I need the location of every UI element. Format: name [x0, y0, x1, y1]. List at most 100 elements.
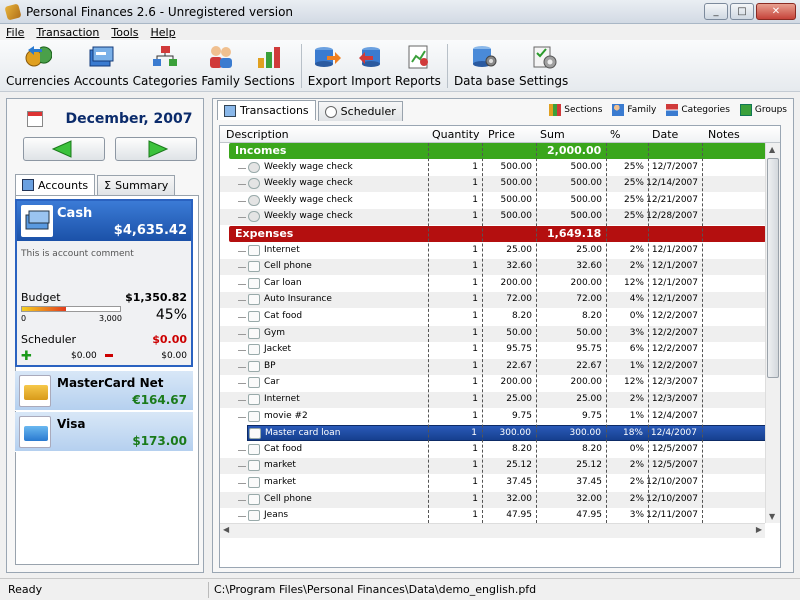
cell-price: 8.20: [511, 311, 532, 321]
cell-description: Car: [264, 377, 280, 388]
budget-percent: 45%: [155, 307, 187, 323]
toolbar-label: Family: [201, 74, 240, 88]
menu-help[interactable]: Help: [150, 26, 175, 39]
table-row[interactable]: Weekly wage check 1 500.00 500.00 25% 12/7/20…: [220, 160, 780, 176]
database-button[interactable]: Data base: [452, 40, 517, 92]
categories-button[interactable]: Categories: [131, 40, 200, 92]
scroll-left-icon[interactable]: ◀: [223, 525, 229, 534]
toolbar-label: Export: [307, 74, 348, 88]
table-row[interactable]: Car 1 200.00 200.00 12% 12/3/2007: [220, 375, 780, 391]
filter-label: Family: [627, 105, 657, 115]
table-row[interactable]: Jeans 1 47.95 47.95 3% 12/11/2007: [220, 508, 780, 524]
budget-label: Budget: [21, 291, 61, 304]
cash-icon: [21, 205, 53, 237]
tab-transactions[interactable]: Transactions: [217, 100, 316, 120]
table-row[interactable]: Cat food 1 8.20 8.20 0% 12/5/2007: [220, 442, 780, 458]
menu-transaction[interactable]: Transaction: [36, 26, 99, 39]
export-button[interactable]: Export: [306, 40, 349, 92]
tab-summary[interactable]: Σ Summary: [97, 175, 176, 195]
table-row[interactable]: Auto Insurance 1 72.00 72.00 4% 12/1/2007: [220, 292, 780, 309]
table-row[interactable]: Cell phone 1 32.00 32.00 2% 12/10/2007: [220, 491, 780, 508]
table-row[interactable]: Master card loan 1 300.00 300.00 18% 12/4/200…: [247, 425, 766, 442]
calendar-icon[interactable]: [27, 111, 43, 127]
expenses-group-row[interactable]: Expenses 1,649.18: [229, 226, 766, 242]
table-row[interactable]: Weekly wage check 1 500.00 500.00 25% 12/28/2…: [220, 209, 780, 226]
close-button[interactable]: ✕: [756, 3, 796, 20]
cell-quantity: 1: [472, 377, 478, 388]
settings-button[interactable]: Settings: [517, 40, 570, 92]
transactions-pane: Transactions Scheduler Sections Family C…: [212, 98, 794, 573]
table-row[interactable]: Internet 1 25.00 25.00 2% 12/3/2007: [220, 392, 780, 408]
filter-groups-button[interactable]: Groups: [739, 104, 787, 116]
cell-quantity: 1: [472, 460, 478, 471]
cell-date: 12/3/2007: [651, 394, 698, 404]
budget-progress-bar: [21, 306, 121, 312]
cell-quantity: 1: [472, 493, 478, 504]
account-card-visa[interactable]: Visa $173.00: [15, 412, 193, 452]
horizontal-scrollbar[interactable]: ◀ ▶: [220, 523, 765, 538]
column-description[interactable]: Description: [226, 128, 289, 141]
account-card-cash[interactable]: Cash $4,635.42 This is account comment B…: [15, 199, 193, 367]
cell-percent: 2%: [629, 394, 644, 404]
menu-tools[interactable]: Tools: [111, 26, 138, 39]
account-card-mastercard[interactable]: MasterCard Net €164.67: [15, 371, 193, 411]
filter-family-button[interactable]: Family: [612, 104, 656, 116]
next-month-button[interactable]: [115, 137, 197, 161]
filter-sections-button[interactable]: Sections: [549, 104, 602, 116]
cell-description: Auto Insurance: [264, 294, 332, 305]
table-row[interactable]: market 1 25.12 25.12 2% 12/5/2007: [220, 458, 780, 475]
scroll-down-icon[interactable]: ▼: [769, 512, 775, 521]
cell-date: 12/10/2007: [646, 477, 698, 487]
tab-scheduler[interactable]: Scheduler: [317, 101, 403, 121]
table-row[interactable]: Car loan 1 200.00 200.00 12% 12/1/2007: [220, 276, 780, 292]
column-percent[interactable]: %: [610, 128, 620, 141]
family-button[interactable]: Family: [199, 40, 242, 92]
cell-price: 500.00: [500, 194, 533, 205]
prev-month-button[interactable]: [23, 137, 105, 161]
minimize-button[interactable]: _: [704, 3, 728, 20]
cell-sum: 500.00: [570, 161, 603, 172]
table-row[interactable]: Gym 1 50.00 50.00 3% 12/2/2007: [220, 325, 780, 342]
vertical-scrollbar[interactable]: ▲ ▼: [765, 143, 780, 523]
incomes-group-row[interactable]: Incomes 2,000.00: [229, 143, 766, 159]
minimize-icon: _: [713, 6, 719, 17]
cell-sum: 72.00: [576, 294, 602, 305]
scroll-up-icon[interactable]: ▲: [769, 145, 775, 154]
scroll-right-icon[interactable]: ▶: [756, 525, 762, 534]
table-row[interactable]: Cell phone 1 32.60 32.60 2% 12/1/2007: [220, 259, 780, 276]
plus-icon: ✚: [21, 349, 32, 364]
accounts-button[interactable]: Accounts: [72, 40, 131, 92]
filter-categories-button[interactable]: Categories: [666, 104, 730, 116]
scroll-thumb[interactable]: [767, 158, 779, 378]
import-button[interactable]: Import: [349, 40, 393, 92]
table-row[interactable]: market 1 37.45 37.45 2% 12/10/2007: [220, 475, 780, 491]
column-notes[interactable]: Notes: [708, 128, 740, 141]
reports-button[interactable]: Reports: [393, 40, 443, 92]
tab-accounts[interactable]: Accounts: [15, 174, 96, 195]
cell-quantity: 1: [472, 277, 478, 288]
maximize-button[interactable]: □: [730, 3, 754, 20]
transactions-grid[interactable]: Description Quantity Price Sum % Date No…: [219, 125, 781, 568]
cell-description: Master card loan: [265, 428, 341, 439]
table-row[interactable]: Weekly wage check 1 500.00 500.00 25% 12/14/2…: [220, 176, 780, 193]
cell-description: Cell phone: [264, 261, 312, 272]
toolbar-separator: [446, 44, 448, 88]
table-row[interactable]: Weekly wage check 1 500.00 500.00 25% 12/21/2…: [220, 193, 780, 209]
database-icon: [473, 46, 497, 67]
column-price[interactable]: Price: [488, 128, 515, 141]
menu-bar: File Transaction Tools Help: [0, 24, 800, 40]
column-sum[interactable]: Sum: [540, 128, 565, 141]
cell-percent: 0%: [629, 311, 644, 321]
expense-icon: [248, 460, 260, 472]
menu-file[interactable]: File: [6, 26, 24, 39]
clock-icon: [324, 105, 337, 118]
sections-button[interactable]: Sections: [242, 40, 297, 92]
currencies-button[interactable]: Currencies: [4, 40, 72, 92]
table-row[interactable]: Jacket 1 95.75 95.75 6% 12/2/2007: [220, 342, 780, 358]
table-row[interactable]: Cat food 1 8.20 8.20 0% 12/2/2007: [220, 309, 780, 325]
column-date[interactable]: Date: [652, 128, 678, 141]
table-row[interactable]: movie #2 1 9.75 9.75 1% 12/4/2007: [220, 409, 780, 425]
table-row[interactable]: BP 1 22.67 22.67 1% 12/2/2007: [220, 358, 780, 375]
table-row[interactable]: Internet 1 25.00 25.00 2% 12/1/2007: [220, 243, 780, 259]
column-quantity[interactable]: Quantity: [432, 128, 480, 141]
